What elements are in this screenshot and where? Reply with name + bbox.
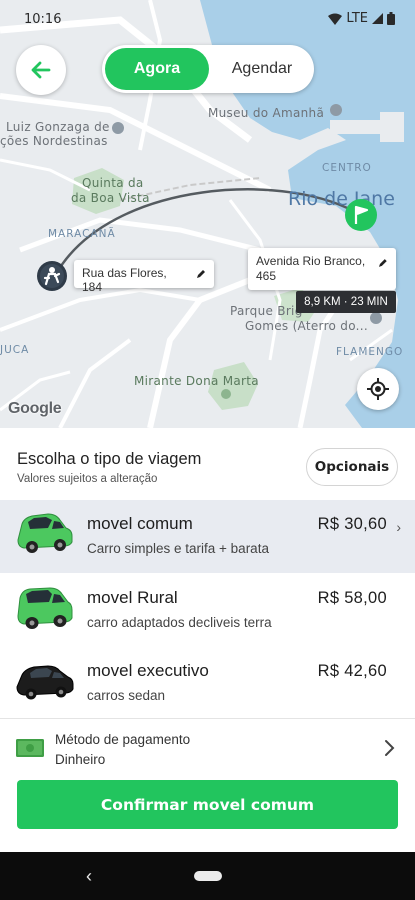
flag-icon: [345, 199, 377, 231]
eta-tag: 8,9 KM · 23 MIN: [296, 291, 396, 313]
chevron-right-icon: [385, 740, 395, 756]
chevron-right-icon: ›: [396, 519, 401, 535]
map-label-centro: CENTRO: [322, 162, 372, 174]
green-car-icon: [17, 513, 73, 553]
cash-icon: [16, 739, 44, 757]
origin-label[interactable]: Rua das Flores, 184: [74, 260, 214, 294]
locate-me-button[interactable]: [357, 368, 399, 410]
time-mode-toggle: Agora Agendar: [102, 45, 314, 93]
sheet-header: Escolha o tipo de viagem Valores sujeito…: [0, 428, 415, 500]
ride-price: R$ 58,00: [317, 589, 387, 607]
ride-option-rural[interactable]: movel Rural carro adaptados decliveis te…: [0, 574, 415, 647]
ride-description: carro adaptados decliveis terra: [87, 615, 272, 630]
location-target-icon: [367, 378, 389, 400]
back-button[interactable]: [16, 45, 66, 95]
destination-label[interactable]: Avenida Rio Branco, 465: [248, 248, 396, 290]
arrow-left-icon: [31, 61, 51, 79]
ride-option-executivo[interactable]: movel executivo carros sedan R$ 42,60: [0, 647, 415, 720]
ride-price: R$ 42,60: [317, 662, 387, 680]
payment-label: Método de pagamento: [55, 732, 191, 747]
map-view[interactable]: Luiz Gonzaga de ções Nordestinas Museu d…: [0, 0, 415, 428]
map-label-nordestinas: ções Nordestinas: [0, 134, 108, 148]
map-label-boa-vista: da Boa Vista: [71, 191, 150, 205]
nav-home-pill[interactable]: [194, 871, 222, 881]
map-label-parque-2: Gomes (Aterro do...: [245, 319, 368, 333]
map-label-quinta: Quinta da: [82, 176, 144, 190]
map-label-gonzaga: Luiz Gonzaga de: [6, 120, 110, 134]
tab-agendar[interactable]: Agendar: [210, 48, 314, 90]
ride-name: movel Rural: [87, 588, 178, 607]
payment-method-row[interactable]: Método de pagamento Dinheiro: [0, 718, 415, 776]
confirm-ride-button[interactable]: Confirmar movel comum: [17, 780, 398, 829]
system-nav-bar: ‹: [0, 852, 415, 900]
map-label-mirante: Mirante Dona Marta: [134, 374, 259, 388]
ride-description: Carro simples e tarifa + barata: [87, 541, 269, 556]
sheet-subtitle: Valores sujeitos a alteração: [17, 473, 158, 485]
options-button[interactable]: Opcionais: [306, 448, 398, 486]
ride-name: movel executivo: [87, 661, 209, 680]
sheet-title: Escolha o tipo de viagem: [17, 450, 202, 468]
map-label-parque-1: Parque Brig: [230, 304, 303, 318]
status-icons: LTE: [328, 11, 395, 26]
ride-price: R$ 30,60: [317, 515, 387, 533]
signal-icon: [372, 13, 383, 24]
pencil-icon: [379, 259, 388, 267]
ride-option-comum[interactable]: movel comum Carro simples e tarifa + bar…: [0, 500, 415, 573]
status-bar: 10:16 LTE: [0, 0, 415, 40]
pencil-icon: [197, 270, 205, 278]
person-pin-icon: [37, 261, 67, 291]
map-label-maracana: MARACANÃ: [48, 228, 116, 240]
wifi-icon: [328, 13, 343, 25]
ride-selection-sheet: Escolha o tipo de viagem Valores sujeito…: [0, 428, 415, 852]
black-sedan-icon: [16, 665, 74, 700]
google-logo: Google: [8, 400, 62, 417]
map-label-juca: JUCA: [0, 344, 30, 356]
payment-value: Dinheiro: [55, 752, 106, 767]
ride-description: carros sedan: [87, 688, 166, 703]
green-suv-icon: [17, 587, 73, 629]
tab-agora[interactable]: Agora: [105, 48, 209, 90]
network-label: LTE: [346, 11, 368, 26]
battery-icon: [387, 12, 395, 25]
map-label-flamengo: FLAMENGO: [336, 346, 404, 358]
ride-name: movel comum: [87, 514, 193, 533]
map-label-rio: Rio de Jane: [288, 188, 395, 210]
origin-address: Rua das Flores, 184: [82, 266, 167, 294]
map-label-museu: Museu do Amanhã: [208, 106, 325, 120]
status-time: 10:16: [24, 12, 62, 27]
nav-back-icon[interactable]: ‹: [86, 866, 92, 887]
destination-address: Avenida Rio Branco, 465: [256, 254, 366, 283]
